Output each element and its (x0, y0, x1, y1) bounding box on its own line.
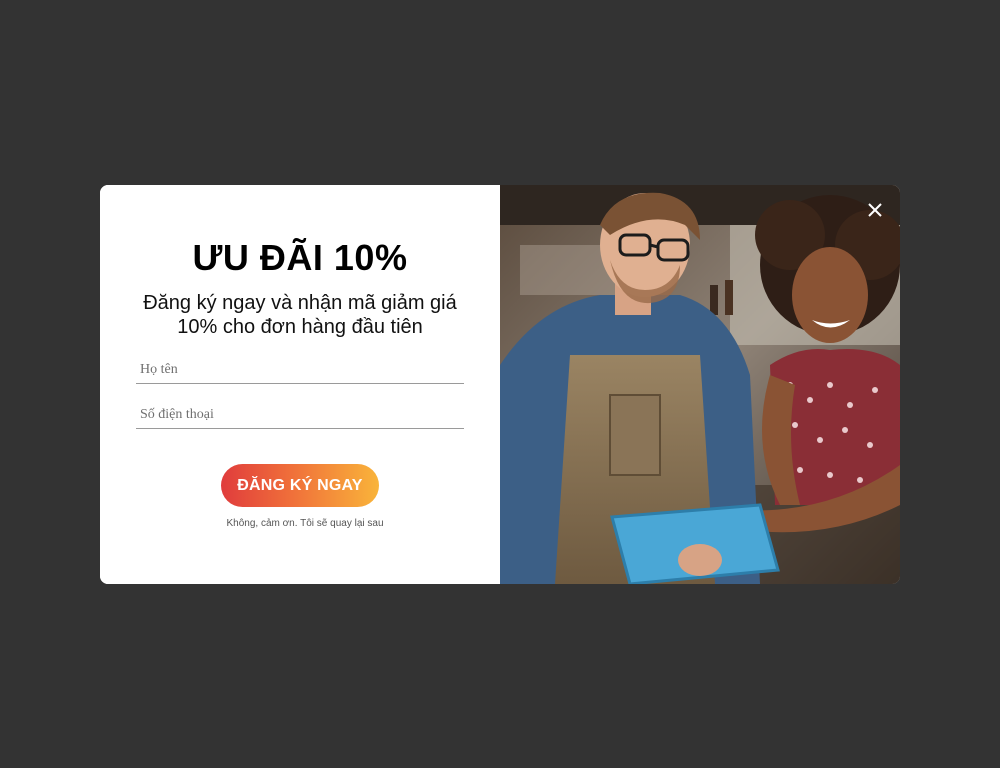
popup-title: ƯU ĐÃI 10% (192, 237, 408, 278)
popup-image-panel (500, 185, 900, 584)
signup-button[interactable]: ĐĂNG KÝ NGAY (221, 464, 379, 507)
name-input[interactable] (136, 350, 464, 384)
cafe-staff-photo (500, 185, 900, 584)
close-glyph-icon (868, 203, 882, 217)
page-backdrop: ƯU ĐÃI 10% Đăng ký ngay và nhận mã giảm … (0, 0, 1000, 768)
popup-subtitle: Đăng ký ngay và nhận mã giảm giá 10% cho… (143, 292, 457, 338)
signup-popup: ƯU ĐÃI 10% Đăng ký ngay và nhận mã giảm … (100, 185, 900, 584)
decline-link[interactable]: Không, cảm ơn. Tôi sẽ quay lại sau (100, 518, 510, 529)
popup-form-panel: ƯU ĐÃI 10% Đăng ký ngay và nhận mã giảm … (100, 185, 500, 584)
close-icon[interactable] (864, 199, 886, 221)
phone-input[interactable] (136, 395, 464, 429)
